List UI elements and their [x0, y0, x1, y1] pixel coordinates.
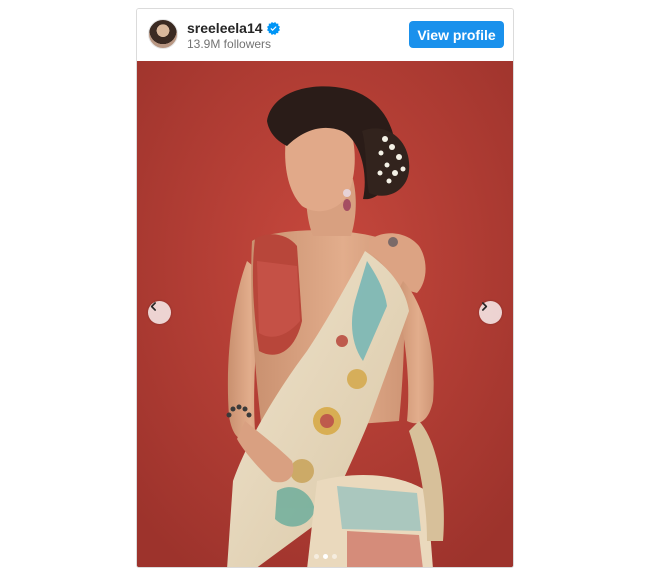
- carousel-dot: [331, 554, 337, 559]
- carousel-dot: [313, 554, 319, 559]
- carousel-prev-button[interactable]: [148, 301, 171, 324]
- chevron-right-icon: [482, 302, 488, 311]
- view-profile-button[interactable]: View profile: [409, 21, 504, 48]
- chevron-left-icon: [150, 302, 156, 311]
- instagram-embed-card: sreeleela14 13.9M followers View profile: [136, 8, 514, 568]
- post-photo[interactable]: [137, 61, 513, 567]
- username[interactable]: sreeleela14: [187, 20, 263, 36]
- carousel-indicator: [137, 554, 513, 559]
- verified-badge-icon: [266, 21, 280, 35]
- portrait-illustration: [137, 61, 513, 567]
- follower-count: 13.9M followers: [187, 37, 272, 51]
- carousel-dot: [322, 554, 328, 559]
- username-row[interactable]: sreeleela14: [187, 20, 280, 36]
- carousel-next-button[interactable]: [479, 301, 502, 324]
- profile-avatar[interactable]: [148, 19, 178, 49]
- embed-header: sreeleela14 13.9M followers View profile: [137, 9, 513, 60]
